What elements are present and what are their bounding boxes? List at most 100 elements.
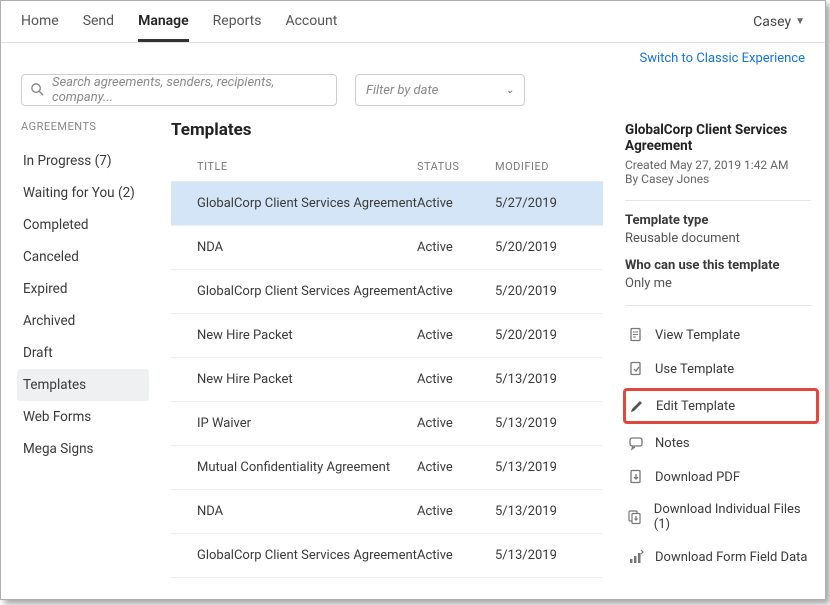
cell-modified: 5/13/2019: [495, 416, 603, 431]
details-panel: GlobalCorp Client Services Agreement Cre…: [611, 120, 825, 599]
sidebar-item[interactable]: Waiting for You (2): [21, 177, 149, 209]
table-row[interactable]: GlobalCorp Client Services AgreementActi…: [171, 534, 603, 578]
col-title: TITLE: [197, 160, 417, 173]
cell-modified: 5/20/2019: [495, 328, 603, 343]
cell-modified: 5/20/2019: [495, 240, 603, 255]
switch-classic-link[interactable]: Switch to Classic Experience: [639, 51, 805, 66]
action-label: Download Form Field Data: [655, 550, 807, 565]
sidebar-item[interactable]: Draft: [21, 337, 149, 369]
table-row[interactable]: Mutual Confidentiality AgreementActive5/…: [171, 446, 603, 490]
action-notes[interactable]: Notes: [625, 426, 811, 460]
download-files-icon: [627, 508, 644, 526]
sidebar-heading: AGREEMENTS: [21, 120, 153, 133]
table-row[interactable]: NDAActive5/20/2019: [171, 226, 603, 270]
cell-title: NDA: [197, 240, 417, 255]
cell-title: New Hire Packet: [197, 328, 417, 343]
topnav-item-reports[interactable]: Reports: [213, 1, 262, 42]
body: AGREEMENTS In Progress (7)Waiting for Yo…: [1, 120, 825, 599]
details-created: Created May 27, 2019 1:42 AM: [625, 158, 811, 172]
sidebar-item[interactable]: Expired: [21, 273, 149, 305]
details-by: By Casey Jones: [625, 172, 811, 186]
table-row[interactable]: GlobalCorp Client Services AgreementActi…: [171, 182, 603, 226]
divider: [625, 200, 811, 201]
template-type-value: Reusable document: [625, 231, 811, 246]
action-download-individual-files-1-[interactable]: Download Individual Files (1): [625, 494, 811, 540]
classic-link-row: Switch to Classic Experience: [1, 43, 825, 68]
filter-by-date[interactable]: Filter by date ⌄: [355, 74, 525, 106]
cell-status: Active: [417, 504, 495, 519]
cell-status: Active: [417, 416, 495, 431]
cell-title: GlobalCorp Client Services Agreement: [197, 196, 417, 211]
download-form-icon: [627, 548, 645, 566]
col-status: STATUS: [417, 160, 495, 173]
cell-title: GlobalCorp Client Services Agreement: [197, 548, 417, 563]
table-row[interactable]: GlobalCorp Client Services AgreementActi…: [171, 270, 603, 314]
note-icon: [627, 434, 645, 452]
search-placeholder: Search agreements, senders, recipients, …: [52, 75, 326, 105]
main-panel: Templates TITLE STATUS MODIFIED GlobalCo…: [153, 120, 611, 599]
sidebar-item[interactable]: Completed: [21, 209, 149, 241]
user-menu[interactable]: Casey ▼: [753, 14, 805, 30]
who-label: Who can use this template: [625, 258, 811, 273]
action-label: Download Individual Files (1): [654, 502, 809, 532]
action-edit-template[interactable]: Edit Template: [623, 388, 819, 424]
cell-status: Active: [417, 240, 495, 255]
who-value: Only me: [625, 276, 811, 291]
action-label: Edit Template: [656, 399, 735, 414]
pencil-icon: [628, 397, 646, 415]
sidebar-item[interactable]: Templates: [17, 369, 149, 401]
table-row[interactable]: New Hire PacketActive5/20/2019: [171, 314, 603, 358]
cell-modified: 5/13/2019: [495, 504, 603, 519]
sidebar-item[interactable]: Mega Signs: [21, 433, 149, 465]
divider: [625, 305, 811, 306]
action-view-template[interactable]: View Template: [625, 318, 811, 352]
topnav-item-home[interactable]: Home: [21, 1, 59, 42]
topnav-item-send[interactable]: Send: [83, 1, 114, 42]
action-download-form-field-data[interactable]: Download Form Field Data: [625, 540, 811, 574]
table-row[interactable]: IP WaiverActive5/13/2019: [171, 402, 603, 446]
sidebar-item[interactable]: Archived: [21, 305, 149, 337]
action-download-pdf[interactable]: Download PDF: [625, 460, 811, 494]
search-input[interactable]: Search agreements, senders, recipients, …: [21, 74, 337, 106]
app-window: Home Send Manage Reports Account Casey ▼ Swi…: [0, 0, 826, 600]
doc-view-icon: [627, 326, 645, 344]
action-label: View Template: [655, 328, 740, 343]
action-label: Download PDF: [655, 470, 740, 485]
topnav-item-account[interactable]: Account: [285, 1, 337, 42]
action-use-template[interactable]: Use Template: [625, 352, 811, 386]
chevron-down-icon: ▼: [795, 16, 805, 27]
cell-title: IP Waiver: [197, 416, 417, 431]
cell-title: Mutual Confidentiality Agreement: [197, 460, 417, 475]
search-row: Search agreements, senders, recipients, …: [1, 68, 825, 120]
table-row[interactable]: NDAActive5/13/2019: [171, 490, 603, 534]
table-header: TITLE STATUS MODIFIED: [171, 154, 603, 182]
cell-title: NDA: [197, 504, 417, 519]
cell-modified: 5/13/2019: [495, 372, 603, 387]
cell-status: Active: [417, 548, 495, 563]
cell-status: Active: [417, 196, 495, 211]
table-row[interactable]: New Hire PacketActive5/13/2019: [171, 358, 603, 402]
chevron-down-icon: ⌄: [506, 85, 514, 96]
details-title: GlobalCorp Client Services Agreement: [625, 122, 811, 154]
action-label: Notes: [655, 436, 690, 451]
cell-title: New Hire Packet: [197, 372, 417, 387]
cell-modified: 5/13/2019: [495, 460, 603, 475]
user-name: Casey: [753, 14, 791, 30]
sidebar-item[interactable]: Canceled: [21, 241, 149, 273]
sidebar-item[interactable]: In Progress (7): [21, 145, 149, 177]
topnav-item-manage[interactable]: Manage: [138, 1, 189, 42]
doc-use-icon: [627, 360, 645, 378]
cell-status: Active: [417, 284, 495, 299]
template-type-label: Template type: [625, 213, 811, 228]
cell-title: GlobalCorp Client Services Agreement: [197, 284, 417, 299]
top-nav: Home Send Manage Reports Account Casey ▼: [1, 1, 825, 43]
filter-placeholder: Filter by date: [366, 83, 438, 98]
cell-modified: 5/20/2019: [495, 284, 603, 299]
sidebar-item[interactable]: Web Forms: [21, 401, 149, 433]
search-icon: [30, 82, 45, 97]
download-pdf-icon: [627, 468, 645, 486]
cell-modified: 5/27/2019: [495, 196, 603, 211]
col-modified: MODIFIED: [495, 160, 603, 173]
page-title: Templates: [171, 120, 603, 140]
cell-modified: 5/13/2019: [495, 548, 603, 563]
